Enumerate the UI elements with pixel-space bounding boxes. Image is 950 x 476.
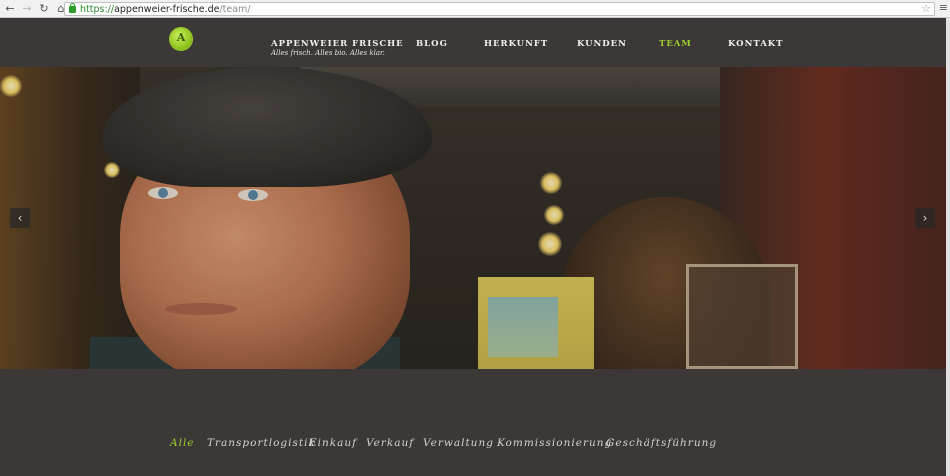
filter-verwaltung[interactable]: Verwaltung [423,437,494,449]
filter-transportlogistik[interactable]: Transportlogistik [207,437,316,449]
team-filter-section: Alle Transportlogistik Einkauf Verkauf V… [0,369,950,476]
browser-toolbar: ← → ↻ ⌂ https:// appenweier-frische.de /… [0,0,950,18]
filter-einkauf[interactable]: Einkauf [309,437,357,449]
filter-kommissionierung[interactable]: Kommissionierung [497,437,612,449]
forward-icon[interactable]: → [20,2,34,16]
hero-slider: ‹ › [0,67,950,369]
filter-verkauf[interactable]: Verkauf [366,437,414,449]
url-host: appenweier-frische.de [114,3,220,15]
filter-geschaeftsfuehrung[interactable]: Geschäftsführung [606,437,717,449]
logo[interactable]: A [170,28,192,50]
url-scheme: https:// [80,3,115,15]
lock-icon [69,2,76,13]
site-header: A APPENWEIER FRISCHE Alles frisch. Alles… [0,18,950,67]
browser-menu-icon[interactable]: ≡ [939,1,948,14]
reload-icon[interactable]: ↻ [37,2,51,16]
brand-link[interactable]: APPENWEIER FRISCHE Alles frisch. Alles b… [271,39,404,58]
brand-title: APPENWEIER FRISCHE [271,39,404,49]
page-scrollbar[interactable] [946,18,950,476]
filter-alle[interactable]: Alle [170,437,195,449]
slider-next-button[interactable]: › [915,208,935,228]
logo-letter: A [176,31,186,44]
nav-blog[interactable]: BLOG [416,39,448,49]
nav-team[interactable]: TEAM [659,39,692,49]
nav-kontakt[interactable]: KONTAKT [728,39,784,49]
address-bar[interactable]: https:// appenweier-frische.de /team/ ☆ [64,2,935,16]
bookmark-star-icon[interactable]: ☆ [921,2,931,15]
nav-herkunft[interactable]: HERKUNFT [484,39,548,49]
brand-tagline: Alles frisch. Alles bio. Alles klar. [271,49,385,57]
back-icon[interactable]: ← [3,2,17,16]
nav-kunden[interactable]: KUNDEN [577,39,627,49]
slider-prev-button[interactable]: ‹ [10,208,30,228]
url-path: /team/ [219,3,251,15]
